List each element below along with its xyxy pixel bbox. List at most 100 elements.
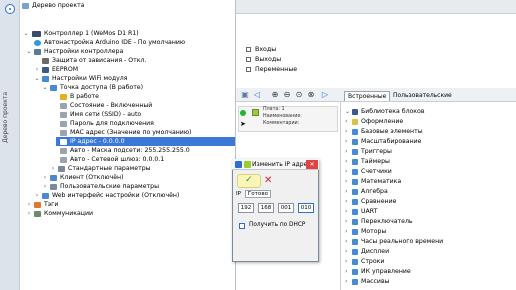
tree-row-label: IP адрес - 0.0.0.0 xyxy=(70,138,125,145)
expand-icon[interactable]: › xyxy=(33,191,41,200)
tree-row-gateway[interactable]: Авто - Сетевой шлюз: 0.0.0.1 xyxy=(20,155,235,164)
cancel-button[interactable]: ✕ xyxy=(264,175,272,186)
tab-user[interactable]: Пользовательские xyxy=(390,91,455,101)
tree-row-eeprom[interactable]: › EEPROM xyxy=(20,65,235,74)
tree-row-subnet[interactable]: Авто - Маска подсети: 255.255.255.0 xyxy=(20,146,235,155)
tree-row-label: В работе xyxy=(70,93,99,100)
expand-icon[interactable]: › xyxy=(345,187,351,197)
collapse-icon[interactable]: ⌄ xyxy=(25,47,33,56)
block-icon xyxy=(352,279,358,285)
tree-row-label: Автонастройка Arduino IDE - По умолчанию xyxy=(44,39,186,46)
expand-icon[interactable]: › xyxy=(345,137,351,147)
dhcp-checkbox[interactable] xyxy=(239,223,245,229)
tree-row-ip-selected[interactable]: IP адрес - 0.0.0.0 xyxy=(56,137,235,146)
checkbox-icon[interactable] xyxy=(246,57,251,62)
tree-row-communications[interactable]: › Коммуникации xyxy=(20,209,235,218)
camera-icon[interactable]: ▣ xyxy=(240,90,250,100)
app-icon xyxy=(235,161,242,168)
checkbox-icon[interactable] xyxy=(246,67,251,72)
tree-row-password[interactable]: Пароль для подключения xyxy=(20,119,235,128)
zoom-fit-icon[interactable]: ⊙ xyxy=(294,90,304,100)
expand-icon[interactable]: › xyxy=(345,237,351,247)
tree-row-web-interface[interactable]: › Web интерфейс настройки (Отключён) xyxy=(20,191,235,200)
zoom-in-icon[interactable]: ⊕ xyxy=(270,90,280,100)
expand-icon[interactable]: › xyxy=(345,247,351,257)
tree-icon xyxy=(22,2,29,9)
library-item-label: UART xyxy=(361,208,378,215)
settings-icon xyxy=(34,48,41,55)
tree-row-mac[interactable]: MAC адрес (Значение по умолчанию) xyxy=(20,128,235,137)
tree-row-watchdog[interactable]: Защита от зависания - Откл. xyxy=(20,56,235,65)
tree-row-state[interactable]: Состояние - Включенный xyxy=(20,101,235,110)
expand-icon[interactable]: › xyxy=(25,200,33,209)
expand-icon[interactable]: › xyxy=(345,147,351,157)
expand-icon[interactable]: › xyxy=(345,157,351,167)
expand-icon[interactable]: › xyxy=(345,167,351,177)
tree-row-label: Настройки WiFi модуля xyxy=(52,75,128,82)
ip-dialog-title: Изменить IP адрес xyxy=(252,161,311,168)
expand-icon[interactable]: › xyxy=(345,177,351,187)
folder-icon xyxy=(58,165,65,172)
expand-icon[interactable]: › xyxy=(345,217,351,227)
block-icon xyxy=(352,209,358,215)
expand-icon[interactable]: › xyxy=(41,182,49,191)
checkmark-icon: ✓ xyxy=(245,175,253,185)
zoom-out-icon[interactable]: ⊖ xyxy=(282,90,292,100)
expand-icon[interactable]: › xyxy=(345,117,351,127)
expand-icon[interactable]: › xyxy=(345,277,351,287)
block-icon xyxy=(352,219,358,225)
tree-row-controller-settings[interactable]: ⌄ Настройки контроллера xyxy=(20,47,235,56)
library-tabs: Встроенные Пользовательские xyxy=(340,88,516,102)
library-item-label: Триггеры xyxy=(361,148,392,155)
ip-octet-1[interactable]: 192 xyxy=(238,203,254,213)
zoom-reset-icon[interactable]: ⊗ xyxy=(306,90,316,100)
tree-row-label: Авто - Маска подсети: 255.255.255.0 xyxy=(70,147,190,154)
tree-row-wifi-settings[interactable]: ⌄ Настройки WiFi модуля xyxy=(20,74,235,83)
expand-icon[interactable]: › xyxy=(49,164,57,173)
expand-icon[interactable]: › xyxy=(345,207,351,217)
controller-icon xyxy=(32,30,41,37)
ready-status: IP Готово xyxy=(236,190,272,198)
library-item-label: Базовые элементы xyxy=(361,128,423,135)
block-icon xyxy=(352,159,358,165)
property-icon xyxy=(60,138,67,145)
ok-button[interactable]: ✓ xyxy=(237,174,261,188)
canvas-toolbar: ▣ ◁ ⊕ ⊖ ⊙ ⊗ ▷ xyxy=(236,88,340,102)
expand-icon[interactable]: › xyxy=(345,267,351,277)
tree-row-ssid[interactable]: Имя сети (SSID) - auto xyxy=(20,110,235,119)
ip-octet-4[interactable]: 010 xyxy=(298,203,314,213)
tree-row-access-point[interactable]: ⌄ Точка доступа (В работе) xyxy=(20,83,235,92)
top-toolbar xyxy=(236,0,516,14)
expand-icon[interactable]: › xyxy=(345,127,351,137)
collapse-icon[interactable]: ⌄ xyxy=(33,74,41,83)
library-item-label: Массивы xyxy=(361,278,390,285)
tree-row-standard-params[interactable]: › Стандартные параметры xyxy=(20,164,235,173)
collapse-icon[interactable]: ⌄ xyxy=(345,107,351,117)
close-button[interactable]: ✕ xyxy=(306,160,318,169)
expand-icon[interactable]: › xyxy=(33,65,41,74)
arrow-left-icon[interactable]: ◁ xyxy=(252,90,262,100)
expand-icon[interactable]: › xyxy=(345,227,351,237)
tab-builtin[interactable]: Встроенные xyxy=(344,91,391,101)
arrow-right-icon[interactable]: ▷ xyxy=(320,90,330,100)
tree-row-tags[interactable]: › Тэги xyxy=(20,200,235,209)
expand-icon[interactable]: › xyxy=(345,197,351,207)
project-tree-strip[interactable] xyxy=(0,0,20,290)
expand-icon[interactable]: › xyxy=(25,209,33,218)
library-item-label: Алгебра xyxy=(361,188,388,195)
expand-icon[interactable]: › xyxy=(345,257,351,267)
ip-octet-3[interactable]: 001 xyxy=(278,203,294,213)
tree-row-autosetup[interactable]: Автонастройка Arduino IDE - По умолчанию xyxy=(20,38,235,47)
tree-row-in-work[interactable]: В работе xyxy=(20,92,235,101)
ip-octet-2[interactable]: 168 xyxy=(258,203,274,213)
library-item-label: ИК управление xyxy=(361,268,411,275)
collapse-icon[interactable]: ⌄ xyxy=(22,29,30,38)
expand-icon[interactable]: › xyxy=(41,173,49,182)
chip-icon xyxy=(42,66,49,73)
checkbox-icon[interactable] xyxy=(246,47,251,52)
library-item-label: Дисплеи xyxy=(361,248,390,255)
tree-row-controller[interactable]: ⌄ Контроллер 1 (WeMos D1 R1) xyxy=(20,29,235,38)
tree-row-user-params[interactable]: › Пользовательские параметры xyxy=(20,182,235,191)
tree-row-client[interactable]: › Клиент (Отключён) xyxy=(20,173,235,182)
collapse-icon[interactable]: ⌄ xyxy=(41,83,49,92)
